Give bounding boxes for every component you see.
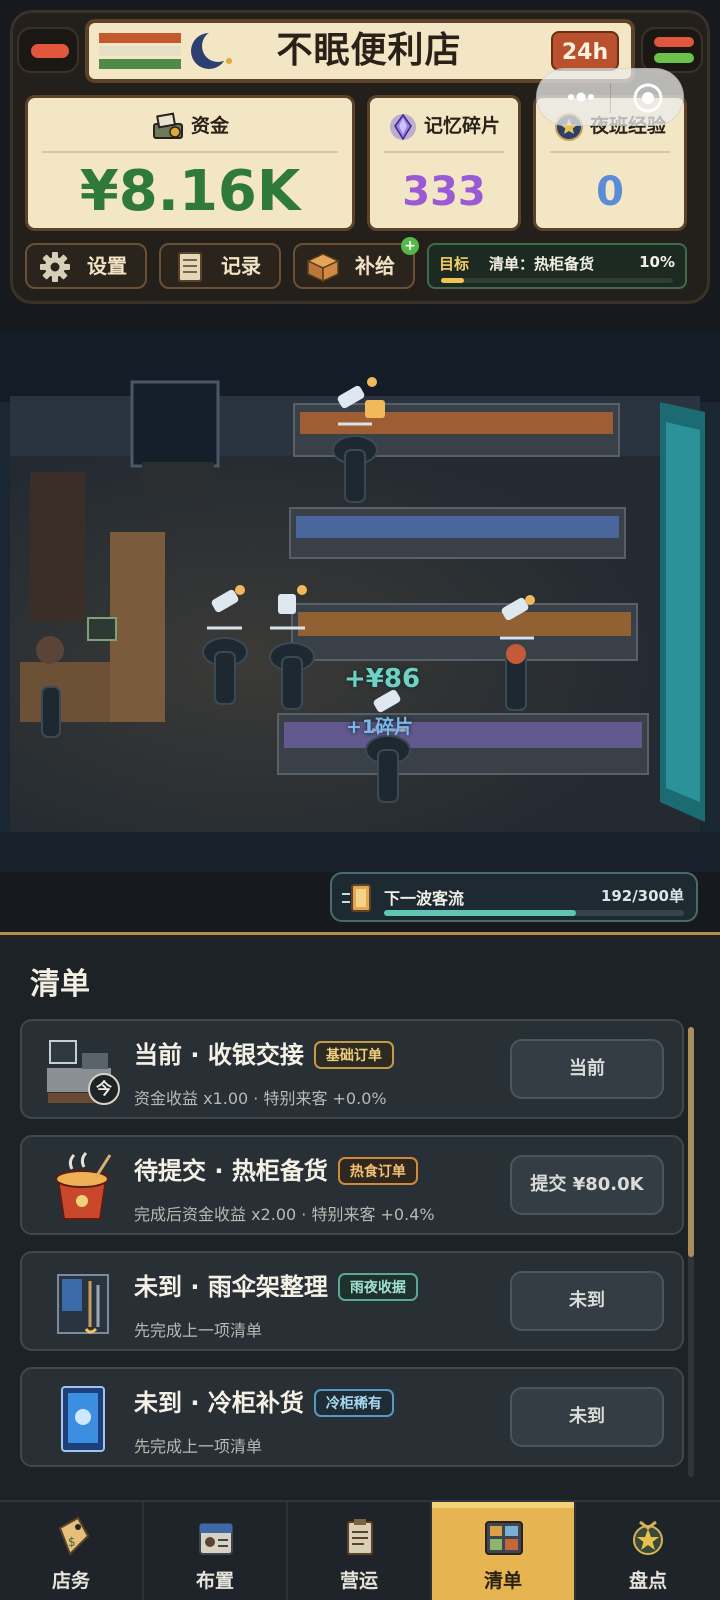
store-floor-illustration [0,332,720,872]
hours-badge: 24h [551,31,619,71]
log-label: 记录 [221,254,261,278]
checklist-item[interactable]: 今 当前 · 收银交接 基础订单 资金收益 x1.00 · 特别来客 +0.0% … [20,1019,684,1119]
cash-register-icon [152,112,183,139]
gear-icon [40,252,70,282]
nav-tab-checklist[interactable]: 清单 [432,1502,576,1600]
next-wave-count: 192/300单 [600,887,684,905]
shelf-row-4 [277,713,649,775]
exp-value: 0 [596,169,624,215]
item-name: 当前 · 收银交接 [134,1041,304,1069]
next-wave-panel: 下一波客流 192/300单 [330,872,698,922]
nav-label: 营运 [339,1570,378,1592]
funds-card: 资金 ¥8.16K [25,95,355,231]
nav-tab-inventory[interactable]: 盘点 [576,1502,720,1600]
goal-tag: 目标 [439,255,470,273]
item-desc: 先完成上一项清单 [134,1321,263,1340]
submit-button[interactable]: 提交 ¥80.0K [510,1155,664,1215]
checklist-item[interactable]: 待提交 · 热柜备货 热食订单 完成后资金收益 x2.00 · 特别来客 +0.4… [20,1135,684,1235]
red-bar-icon [31,44,69,58]
left-menu-button[interactable] [17,27,79,73]
next-wave-progress-fill [384,910,576,916]
item-desc: 先完成上一项清单 [134,1437,263,1456]
supply-button[interactable]: 补给 + [293,237,419,289]
goal-progress[interactable]: 目标 清单：热柜备货 10% [427,243,687,289]
supply-box-icon [306,253,340,283]
entrance-door [130,380,220,468]
shelf-row-3 [291,603,638,661]
nav-tab-store[interactable]: $ 店务 [0,1502,144,1600]
item-name: 未到 · 冷柜补货 [134,1389,304,1417]
notebook-icon [178,252,202,282]
svg-text:$: $ [68,1535,76,1549]
crescent-moon-icon [191,30,234,69]
supply-label: 补给 [355,254,395,278]
goal-text: 清单：热柜备货 [489,255,595,273]
checklist-item[interactable]: 未到 · 雨伞架整理 雨夜收据 先完成上一项清单 未到 [20,1251,684,1351]
more-dots-icon[interactable] [553,83,609,111]
memory-shards-card: 记忆碎片 333 [367,95,521,231]
item-name: 未到 · 雨伞架整理 [134,1273,328,1301]
current-button[interactable]: 当前 [510,1039,664,1099]
star-medal-icon [633,1520,663,1555]
right-menu-button[interactable] [641,27,703,73]
nav-label: 盘点 [628,1570,667,1592]
locked-button[interactable]: 未到 [510,1387,664,1447]
green-bar-icon [654,53,694,63]
settings-button[interactable]: 设置 [25,243,147,289]
price-tag-icon: $ [58,1516,90,1556]
store-name: 不眠便利店 [276,30,462,71]
shards-value: 333 [402,169,486,215]
supply-new-badge: + [401,237,419,255]
nav-label: 布置 [195,1570,234,1592]
item-tag: 雨夜收据 [337,1273,418,1301]
cashier-character [36,636,64,664]
checklist-scrollbar[interactable] [688,1027,694,1477]
today-badge: 今 [88,1073,120,1105]
checklist-title: 清单 [30,967,90,1002]
goal-percent: 10% [639,253,675,271]
close-target-icon[interactable] [631,81,665,115]
next-wave-label: 下一波客流 [384,889,465,908]
nav-label: 店务 [51,1570,90,1592]
item-name: 待提交 · 热柜备货 [134,1157,328,1185]
locked-button[interactable]: 未到 [510,1271,664,1331]
item-tag: 热食订单 [337,1157,418,1185]
shard-popup: +1碎片 [346,716,414,738]
register-monitor [87,617,117,641]
income-popup: +¥86 [344,664,421,694]
checklist-board-icon [485,1521,523,1555]
red-hair-customer [506,644,526,664]
nav-tab-operations[interactable]: 营运 [288,1502,432,1600]
crystal-shard-icon [389,113,416,140]
store-scene[interactable] [0,332,720,872]
bottom-nav: $ 店务 布置 营运 清单 盘点 [0,1500,720,1600]
hot-noodle-cup-icon [55,1151,112,1220]
cold-fridge-icon [61,1386,105,1452]
red-bar-icon [654,37,694,47]
checklist-item[interactable]: 未到 · 冷柜补货 冷柜稀有 先完成上一项清单 未到 [20,1367,684,1467]
log-button[interactable]: 记录 [159,243,281,289]
item-desc: 完成后资金收益 x2.00 · 特别来客 +0.4% [134,1205,435,1224]
nav-label: 清单 [483,1570,522,1592]
nav-tab-layout[interactable]: 布置 [144,1502,288,1600]
checklist-panel: 清单 今 当前 · 收银交接 基础订单 资金收益 x1.00 · 特别来客 +0.… [0,932,720,1500]
item-tag: 冷柜稀有 [313,1389,394,1417]
shards-label: 记忆碎片 [423,115,500,137]
door-entry-icon [342,884,371,912]
goal-progress-fill [441,278,465,283]
striped-flag-icon [99,33,181,71]
clipboard-icon [347,1519,373,1555]
funds-value: ¥8.16K [79,159,301,224]
umbrella-rack-icon [57,1274,109,1334]
id-badge-icon [199,1523,233,1555]
top-hud: 不眠便利店 24h 资金 ¥8.16K 记忆碎片 333 夜班经验 0 设置 记… [10,10,710,304]
item-tag: 基础订单 [313,1041,394,1069]
miniprogram-capsule [536,68,684,126]
item-desc: 资金收益 x1.00 · 特别来客 +0.0% [134,1089,387,1108]
funds-label: 资金 [190,115,229,137]
shelf-row-2 [289,507,626,559]
settings-label: 设置 [87,254,127,278]
